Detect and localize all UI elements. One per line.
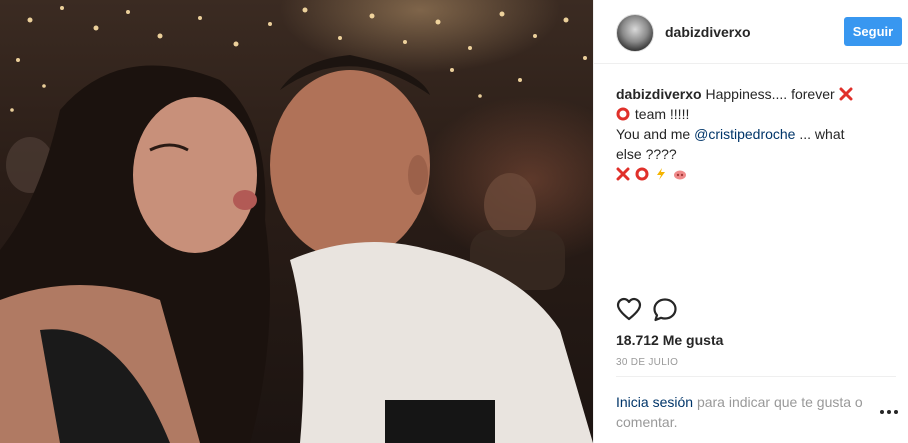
caption-mention-link[interactable]: @cristipedroche bbox=[694, 126, 795, 142]
lightning-icon bbox=[656, 168, 665, 180]
profile-avatar[interactable] bbox=[616, 14, 654, 52]
post-photo[interactable] bbox=[0, 0, 593, 443]
caption-username[interactable]: dabizdiverxo bbox=[616, 86, 702, 102]
speech-bubble-icon[interactable] bbox=[652, 297, 678, 323]
caption-text-1: Happiness.... forever bbox=[705, 86, 835, 102]
red-cross-mark-icon bbox=[616, 167, 630, 181]
caption-text-2: team !!!!! bbox=[634, 106, 690, 122]
divider bbox=[616, 376, 896, 377]
ellipsis-icon[interactable] bbox=[878, 404, 900, 420]
post-header: dabizdiverxo Seguir bbox=[594, 0, 908, 64]
likes-count[interactable]: 18.712 Me gusta bbox=[616, 332, 723, 348]
red-circle-icon bbox=[616, 107, 630, 121]
instagram-post: dabizdiverxo Seguir dabizdiverxo Happine… bbox=[0, 0, 908, 443]
post-date: 30 DE JULIO bbox=[616, 357, 679, 368]
post-author-username[interactable]: dabizdiverxo bbox=[665, 24, 751, 40]
login-link[interactable]: Inicia sesión bbox=[616, 394, 693, 410]
post-caption: dabizdiverxo Happiness.... forever team … bbox=[616, 84, 866, 184]
pig-nose-icon bbox=[673, 170, 686, 180]
heart-outline-icon[interactable] bbox=[616, 297, 642, 323]
login-prompt: Inicia sesión para indicar que te gusta … bbox=[616, 392, 876, 432]
post-side-panel: dabizdiverxo Seguir dabizdiverxo Happine… bbox=[593, 0, 908, 443]
caption-text-3: You and me bbox=[616, 126, 691, 142]
post-actions bbox=[616, 297, 896, 323]
follow-button[interactable]: Seguir bbox=[844, 17, 902, 46]
red-cross-mark-icon bbox=[839, 87, 853, 101]
red-circle-icon bbox=[635, 167, 649, 181]
photo-illustration bbox=[0, 6, 593, 443]
